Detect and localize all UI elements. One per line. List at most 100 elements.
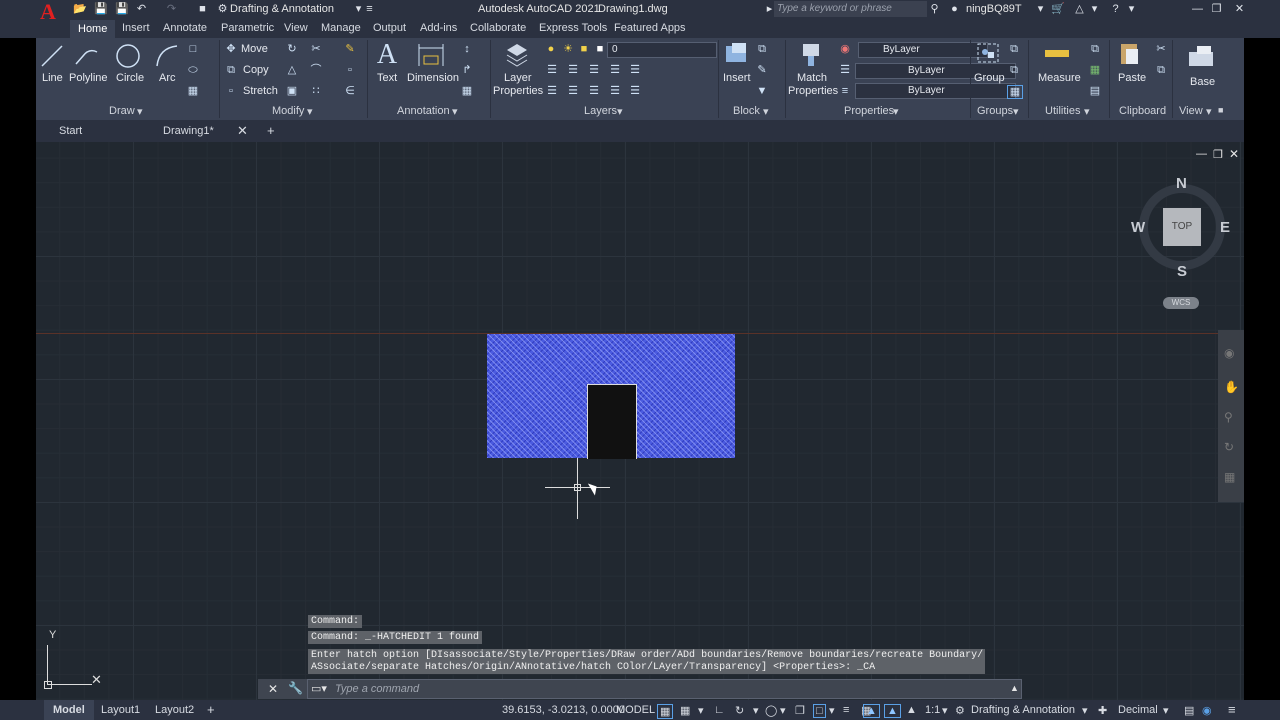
match-properties-icon[interactable] xyxy=(797,40,825,68)
tab-home[interactable]: Home xyxy=(70,20,116,38)
command-input-placeholder[interactable]: Type a command xyxy=(335,683,419,695)
chevron-down-icon[interactable]: ▾ xyxy=(1013,105,1019,118)
layer-tool-icon[interactable]: ☰ xyxy=(566,85,580,97)
showmotion-icon[interactable]: ▦ xyxy=(1224,470,1235,484)
chevron-down-icon[interactable]: ▾ xyxy=(1034,3,1047,16)
annotation-visibility-icon[interactable]: ▲ xyxy=(863,704,880,718)
layer-dropdown[interactable]: 0 xyxy=(607,42,717,58)
tab-express-tools[interactable]: Express Tools xyxy=(539,22,607,34)
arc-button[interactable]: Arc xyxy=(159,72,176,84)
autocad-logo-icon[interactable]: A xyxy=(40,0,62,24)
create-block-icon[interactable]: ⧉ xyxy=(755,43,769,55)
explode-icon[interactable]: ▫ xyxy=(343,64,357,76)
circle-icon[interactable] xyxy=(114,42,142,70)
layer-tool-icon[interactable]: ☰ xyxy=(608,85,622,97)
user-name[interactable]: ningBQ89T xyxy=(966,3,1022,15)
close-icon[interactable]: ✕ xyxy=(268,682,278,696)
tab-add-ins[interactable]: Add-ins xyxy=(420,22,457,34)
object-snap-icon[interactable]: ❐ xyxy=(795,704,805,717)
command-input-icon[interactable]: ▭▾ xyxy=(311,682,327,695)
erase-icon[interactable]: ✎ xyxy=(343,43,357,55)
tab-start[interactable]: Start xyxy=(59,125,82,137)
compass-west[interactable]: W xyxy=(1131,219,1145,236)
share-icon[interactable]: ■ xyxy=(196,3,209,16)
viewcube-top[interactable]: TOP xyxy=(1163,208,1201,246)
stretch-button[interactable]: Stretch xyxy=(243,85,278,97)
layer-tool-icon[interactable]: ☰ xyxy=(608,64,622,76)
redo-icon[interactable]: ↷ xyxy=(165,3,178,16)
circle-button[interactable]: Circle xyxy=(116,72,144,84)
paste-icon[interactable] xyxy=(1117,40,1143,68)
customization-menu-icon[interactable]: ≡ xyxy=(1228,702,1236,717)
group-edit-icon[interactable]: ⧉ xyxy=(1007,64,1021,76)
group-icon[interactable] xyxy=(975,40,1001,68)
viewport-minimize-icon[interactable]: — xyxy=(1196,148,1207,160)
offset-icon[interactable]: ∈ xyxy=(343,85,357,97)
menu-icon[interactable]: ≡ xyxy=(363,3,376,16)
modify-panel-title[interactable]: Modify xyxy=(272,105,304,117)
viewport-close-icon[interactable]: ✕ xyxy=(1229,147,1239,161)
chevron-down-icon[interactable]: ▾ xyxy=(1125,3,1138,16)
layer-properties-button[interactable]: Layer xyxy=(504,72,532,84)
workspace-selector[interactable]: Drafting & Annotation xyxy=(230,3,334,15)
snap-icon[interactable]: ▦ xyxy=(680,704,690,717)
steering-wheel-icon[interactable]: ◉ xyxy=(1224,346,1234,360)
chevron-down-icon[interactable]: ▾ xyxy=(829,704,835,717)
layer-properties-icon[interactable] xyxy=(503,40,531,68)
layer-tool-icon[interactable]: ☰ xyxy=(545,64,559,76)
gear-icon[interactable]: ⚙ xyxy=(955,704,965,717)
layer-tool-icon[interactable]: ☰ xyxy=(566,64,580,76)
line-button[interactable]: Line xyxy=(42,72,63,84)
saveas-icon[interactable]: 💾 xyxy=(115,3,129,16)
chevron-down-icon[interactable]: ▾ xyxy=(137,105,143,118)
stretch-icon[interactable]: ▫ xyxy=(224,85,238,97)
id-point-icon[interactable]: ▤ xyxy=(1088,85,1102,97)
layer-color-icon[interactable]: ■ xyxy=(593,43,607,55)
annotation-panel-title[interactable]: Annotation xyxy=(397,105,450,117)
quick-select-icon[interactable]: ⧉ xyxy=(1088,43,1102,55)
edit-block-icon[interactable]: ✎ xyxy=(755,64,769,76)
lineweight-toggle-icon[interactable]: ≡ xyxy=(843,704,849,716)
orbit-icon[interactable]: ↻ xyxy=(1224,440,1234,454)
base-view-icon[interactable] xyxy=(1187,44,1215,70)
isolate-objects-icon[interactable]: ◉ xyxy=(1202,704,1212,717)
match-properties-button[interactable]: Match xyxy=(797,72,827,84)
properties-panel-title[interactable]: Properties xyxy=(844,105,894,117)
leader-icon[interactable]: ↱ xyxy=(460,64,474,76)
view-panel-title[interactable]: View xyxy=(1179,105,1203,117)
tab-output[interactable]: Output xyxy=(373,22,406,34)
clipboard-panel-title[interactable]: Clipboard xyxy=(1119,105,1166,117)
workspace-status[interactable]: Drafting & Annotation xyxy=(971,704,1075,716)
calculator-icon[interactable]: ▦ xyxy=(1088,64,1102,76)
chevron-down-icon[interactable]: ▾ xyxy=(1163,704,1169,717)
trim-icon[interactable]: ✂ xyxy=(309,43,323,55)
gear-icon[interactable]: ⚙ xyxy=(216,3,229,16)
layers-panel-title[interactable]: Layers xyxy=(584,105,617,117)
tab-annotate[interactable]: Annotate xyxy=(163,22,207,34)
auto-scale-icon[interactable]: ▲ xyxy=(884,704,901,718)
chevron-down-icon[interactable]: ▾ xyxy=(1082,704,1088,717)
command-history-toggle-icon[interactable]: ▲ xyxy=(1010,683,1019,693)
dimension-icon[interactable] xyxy=(416,42,446,70)
color-wheel-icon[interactable]: ◉ xyxy=(838,43,852,55)
layer-tool-icon[interactable]: ☰ xyxy=(545,85,559,97)
ortho-icon[interactable]: ∟ xyxy=(714,704,725,716)
search-icon[interactable]: ⚲ xyxy=(928,3,941,16)
compass-north[interactable]: N xyxy=(1176,175,1187,192)
annotation-scale-icon[interactable]: ▲ xyxy=(906,704,917,716)
tab-view[interactable]: View xyxy=(284,22,308,34)
cut-icon[interactable]: ✂ xyxy=(1154,43,1168,55)
a360-icon[interactable]: △ xyxy=(1073,3,1086,16)
chevron-down-icon[interactable]: ▾ xyxy=(307,105,313,118)
tab-layout1[interactable]: Layout1 xyxy=(101,704,140,716)
minimize-icon[interactable]: — xyxy=(1191,3,1204,16)
compass-south[interactable]: S xyxy=(1177,263,1187,280)
copy-icon[interactable]: ⧉ xyxy=(224,64,238,76)
copy-clip-icon[interactable]: ⧉ xyxy=(1154,64,1168,76)
line-icon[interactable] xyxy=(38,42,66,70)
model-space-toggle[interactable]: MODEL xyxy=(616,704,655,716)
user-icon[interactable]: ● xyxy=(948,3,961,16)
polyline-icon[interactable] xyxy=(73,42,101,70)
measure-icon[interactable] xyxy=(1043,42,1071,66)
restore-icon[interactable]: ❐ xyxy=(1210,3,1223,16)
